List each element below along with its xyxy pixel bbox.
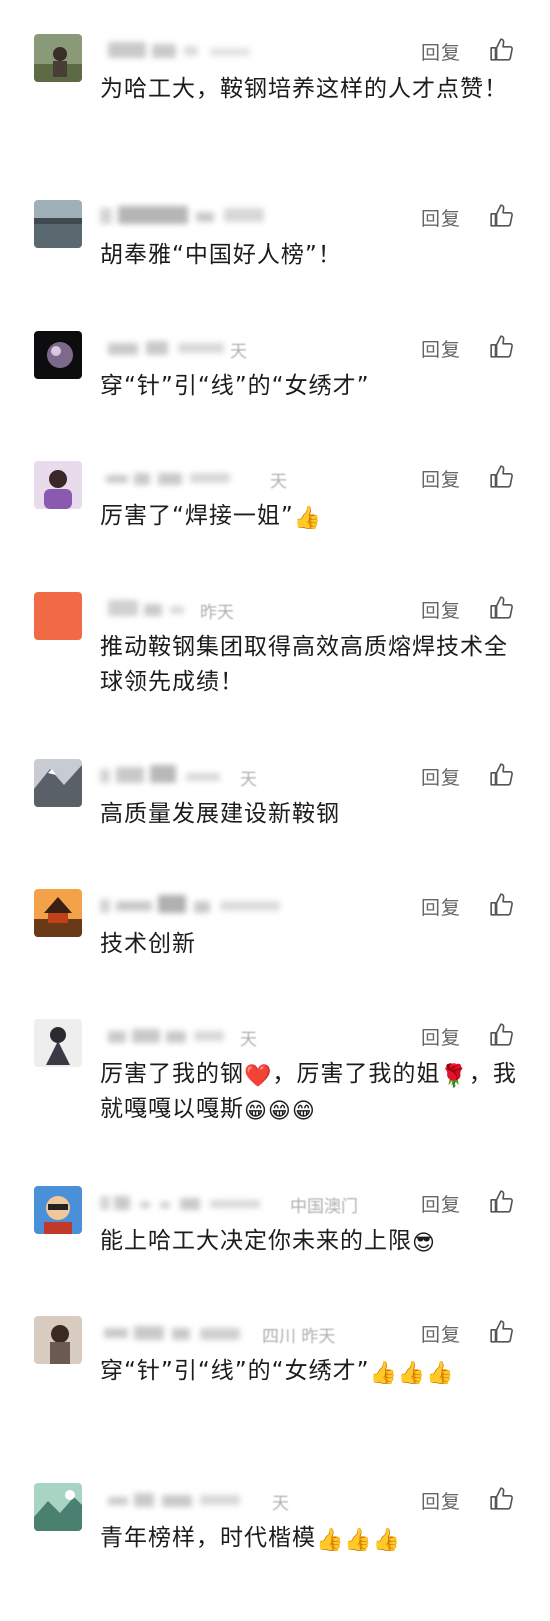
reply-button[interactable]: 回复 (421, 893, 461, 920)
avatar[interactable] (34, 592, 82, 640)
thumbs-up-icon[interactable] (489, 1486, 515, 1512)
username-blurred (100, 891, 400, 919)
comment-text: 技术创新 (100, 931, 196, 957)
username-blurred: 中国澳门 (100, 1188, 400, 1217)
reply-button[interactable]: 回复 (421, 38, 461, 65)
avatar[interactable] (34, 34, 82, 82)
thumbs-up-icon[interactable] (489, 334, 515, 360)
thumbs-up-emoji: 👍👍👍 (316, 1528, 402, 1553)
comment-location-time: 四川 昨天 (262, 1327, 336, 1347)
reply-button[interactable]: 回复 (421, 1023, 461, 1050)
comment-location: 中国澳门 (290, 1197, 358, 1217)
comment-text-body: 厉害了“焊接一姐” (100, 503, 294, 529)
comment-text: 穿“针”引“线”的“女绣才”👍👍👍 (100, 1354, 520, 1389)
thumbs-up-emoji: 👍👍👍 (369, 1361, 455, 1386)
comment-time: 天 (240, 1030, 257, 1050)
avatar[interactable] (34, 1019, 82, 1067)
comment-text: 穿“针”引“线”的“女绣才” (100, 373, 370, 399)
thumbs-up-icon[interactable] (489, 1319, 515, 1345)
reply-button[interactable]: 回复 (421, 1487, 461, 1514)
username-blurred: 天 (100, 1021, 400, 1050)
reply-button[interactable]: 回复 (421, 763, 461, 790)
avatar[interactable] (34, 461, 82, 509)
reply-button[interactable]: 回复 (421, 1320, 461, 1347)
sunglasses-emoji: 😎 (412, 1231, 436, 1256)
username-blurred: 天 (100, 463, 400, 492)
thumbs-up-icon[interactable] (489, 595, 515, 621)
avatar[interactable] (34, 331, 82, 379)
thumbs-up-icon[interactable] (489, 1022, 515, 1048)
comment-text: 为哈工大，鞍钢培养这样的人才点赞！ (100, 76, 508, 102)
comment-time: 天 (272, 1494, 289, 1514)
thumbs-up-icon[interactable] (489, 203, 515, 229)
comment-time: 天 (270, 472, 287, 492)
avatar[interactable] (34, 1483, 82, 1531)
rose-emoji: 🌹 (440, 1064, 469, 1089)
thumbs-up-icon[interactable] (489, 762, 515, 788)
avatar[interactable] (34, 759, 82, 807)
username-blurred: 天 (100, 761, 400, 790)
avatar[interactable] (34, 200, 82, 248)
thumbs-up-icon[interactable] (489, 464, 515, 490)
comment-time: 昨天 (200, 603, 234, 623)
reply-button[interactable]: 回复 (421, 204, 461, 231)
reply-button[interactable]: 回复 (421, 1190, 461, 1217)
comment-text: 高质量发展建设新鞍钢 (100, 801, 340, 827)
avatar[interactable] (34, 1186, 82, 1234)
comment-text: 厉害了我的钢❤️，厉害了我的姐🌹，我就嘎嘎以嘎斯😁😁😁 (100, 1057, 520, 1127)
username-blurred: 天 (100, 1485, 400, 1514)
thumbs-up-emoji: 👍 (293, 506, 323, 531)
comment-text-body: 能上哈工大决定你未来的上限 (100, 1228, 412, 1254)
thumbs-up-icon[interactable] (489, 37, 515, 63)
reply-button[interactable]: 回复 (421, 465, 461, 492)
comment-time: 天 (240, 770, 257, 790)
thumbs-up-icon[interactable] (489, 892, 515, 918)
comment-text: 厉害了“焊接一姐”👍 (100, 499, 520, 534)
grin-emoji: 😁😁😁 (244, 1099, 316, 1124)
username-blurred: 天 (100, 333, 400, 362)
comment-text: 胡奉雅“中国好人榜”！ (100, 242, 342, 268)
comment-text-part: ，厉害了我的姐 (272, 1061, 441, 1087)
comment-text: 推动鞍钢集团取得高效高质熔焊技术全球领先成绩！ (100, 634, 508, 695)
username-blurred: 昨天 (100, 594, 400, 623)
comment-text: 能上哈工大决定你未来的上限😎 (100, 1224, 520, 1259)
comment-text-body: 穿“针”引“线”的“女绣才” (100, 1358, 370, 1384)
comment-time: 天 (230, 342, 247, 362)
username-blurred (100, 202, 400, 230)
avatar[interactable] (34, 889, 82, 937)
comment-text-body: 青年榜样，时代楷模 (100, 1525, 316, 1551)
avatar[interactable] (34, 1316, 82, 1364)
comment-text: 青年榜样，时代楷模👍👍👍 (100, 1521, 520, 1556)
comment-text-part: 厉害了我的钢 (100, 1061, 244, 1087)
reply-button[interactable]: 回复 (421, 596, 461, 623)
heart-emoji: ❤️ (244, 1064, 273, 1089)
username-blurred (100, 36, 400, 64)
thumbs-up-icon[interactable] (489, 1189, 515, 1215)
username-blurred: 四川 昨天 (100, 1318, 400, 1347)
reply-button[interactable]: 回复 (421, 335, 461, 362)
